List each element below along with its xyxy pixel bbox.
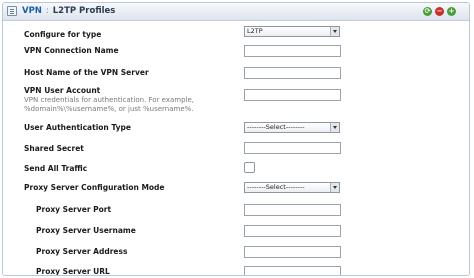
send-all-traffic-label: Send All Traffic bbox=[24, 164, 88, 173]
proxy-config-mode-select[interactable]: --------Select-------- bbox=[244, 182, 340, 193]
panel-title-bar: VPN : L2TP Profiles ⟳ − + bbox=[3, 3, 469, 21]
chevron-down-icon bbox=[330, 123, 339, 132]
configure-for-type-value: L2TP bbox=[247, 27, 263, 35]
shared-secret-label: Shared Secret bbox=[24, 144, 84, 153]
chevron-down-icon bbox=[330, 183, 339, 192]
user-auth-type-select[interactable]: --------Select-------- bbox=[244, 122, 340, 133]
vpn-connection-name-field[interactable] bbox=[244, 45, 341, 57]
proxy-url-label: Proxy Server URL bbox=[36, 267, 110, 276]
user-auth-type-label: User Authentication Type bbox=[24, 123, 131, 132]
remove-icon[interactable]: − bbox=[435, 7, 444, 16]
refresh-icon[interactable]: ⟳ bbox=[423, 7, 432, 16]
proxy-address-label: Proxy Server Address bbox=[36, 247, 128, 256]
l2tp-profile-panel: VPN : L2TP Profiles ⟳ − + Configure for … bbox=[2, 2, 470, 276]
add-icon[interactable]: + bbox=[447, 7, 456, 16]
shared-secret-field[interactable] bbox=[244, 142, 341, 154]
proxy-port-field[interactable] bbox=[244, 204, 341, 216]
send-all-traffic-checkbox[interactable] bbox=[244, 162, 255, 173]
vpn-user-account-help-2: %domain%\%username%, or just %username%. bbox=[24, 105, 194, 113]
list-icon bbox=[7, 6, 17, 16]
proxy-config-mode-value: --------Select-------- bbox=[247, 183, 305, 191]
breadcrumb: VPN : L2TP Profiles bbox=[22, 5, 115, 17]
configure-for-type-select[interactable]: L2TP bbox=[244, 26, 340, 37]
host-name-label: Host Name of the VPN Server bbox=[24, 68, 149, 77]
vpn-user-account-field[interactable] bbox=[244, 89, 341, 101]
vpn-connection-name-label: VPN Connection Name bbox=[24, 46, 119, 55]
proxy-username-label: Proxy Server Username bbox=[36, 226, 136, 235]
vpn-user-account-label: VPN User Account bbox=[24, 86, 101, 95]
host-name-field[interactable] bbox=[244, 67, 341, 79]
proxy-config-mode-label: Proxy Server Configuration Mode bbox=[24, 183, 165, 192]
page-title: L2TP Profiles bbox=[52, 6, 116, 16]
chevron-down-icon bbox=[330, 27, 339, 36]
proxy-address-field[interactable] bbox=[244, 246, 341, 258]
vpn-user-account-help-1: VPN credentials for authentication. For … bbox=[24, 96, 195, 104]
user-auth-type-value: --------Select-------- bbox=[247, 123, 305, 131]
breadcrumb-separator: : bbox=[45, 6, 49, 16]
proxy-username-field[interactable] bbox=[244, 225, 341, 237]
configure-for-type-label: Configure for type bbox=[24, 30, 102, 39]
breadcrumb-vpn[interactable]: VPN bbox=[22, 6, 42, 16]
proxy-url-field[interactable] bbox=[244, 266, 341, 275]
proxy-port-label: Proxy Server Port bbox=[36, 205, 112, 214]
